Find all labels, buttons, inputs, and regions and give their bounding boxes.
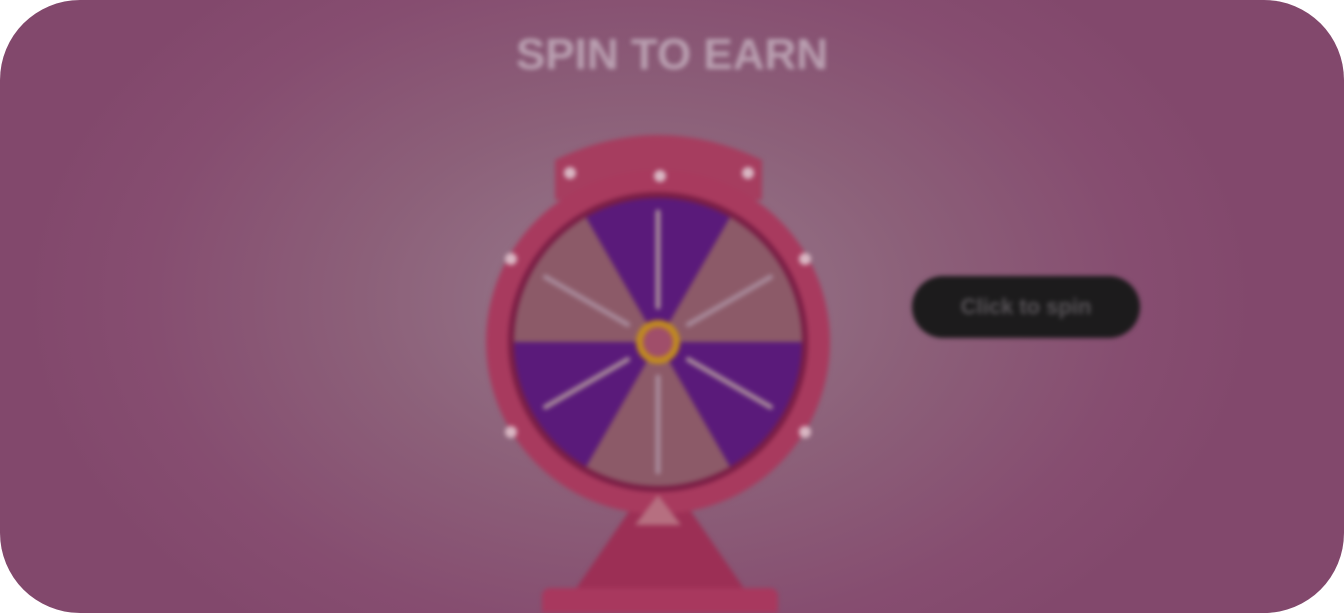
click-to-spin-button[interactable]: Click to spin bbox=[912, 276, 1140, 338]
rim-light bbox=[799, 426, 811, 438]
rim-light bbox=[505, 426, 517, 438]
spin-to-earn-panel: SPIN TO EARN Click to spin bbox=[0, 0, 1344, 613]
rim-light bbox=[654, 170, 666, 182]
rim-light bbox=[505, 253, 517, 265]
rim-light bbox=[742, 167, 754, 179]
wheel-stand-base bbox=[542, 588, 778, 613]
rim-light bbox=[564, 167, 576, 179]
rim-light bbox=[799, 253, 811, 265]
prize-wheel[interactable] bbox=[0, 0, 1344, 613]
